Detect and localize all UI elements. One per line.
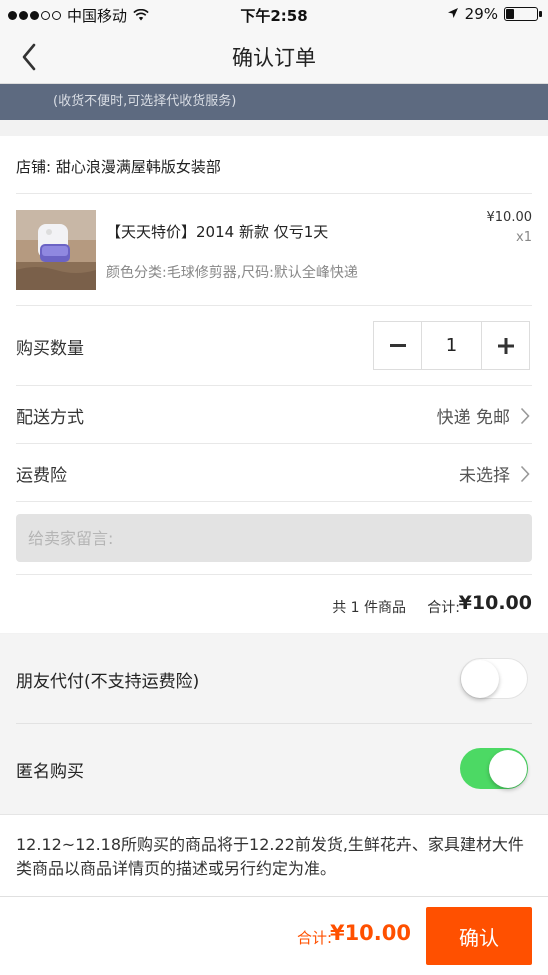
toggle-knob [489, 749, 527, 788]
page-title: 确认订单 [232, 46, 316, 70]
plus-icon [497, 337, 514, 354]
insurance-value: 未选择 [459, 466, 510, 486]
chevron-right-icon [520, 465, 530, 483]
friend-pay-row: 朋友代付(不支持运费险) [16, 634, 532, 724]
shipping-notice: 12.12~12.18所购买的商品将于12.22前发货,生鲜花卉、家具建材大件类… [0, 814, 548, 896]
subtotal-amount: ¥10.00 [458, 592, 532, 614]
anonymous-toggle[interactable] [460, 748, 528, 789]
anonymous-row: 匿名购买 [16, 724, 532, 814]
quantity-label: 购买数量 [16, 339, 84, 359]
insurance-label: 运费险 [16, 466, 67, 486]
order-card: 店铺: 甜心浪漫满屋韩版女装部 【天天特价】2014 新款 仅亏1天 颜色分类:… [0, 136, 548, 633]
checkout-bar: 合计: ¥10.00 确认 [0, 896, 548, 975]
quantity-stepper: 1 [373, 321, 530, 370]
quantity-row: 购买数量 1 [16, 306, 532, 386]
insurance-row[interactable]: 运费险 未选择 [16, 444, 532, 502]
toggle-knob [461, 660, 499, 698]
shop-label: 店铺: [16, 158, 52, 176]
battery-icon [504, 7, 542, 21]
shipping-value: 快递 免邮 [436, 408, 510, 428]
friend-pay-toggle[interactable] [460, 658, 528, 699]
battery-percent: 29% [464, 5, 498, 23]
total-amount: ¥10.00 [329, 921, 411, 945]
product-price: ¥10.00 [486, 210, 533, 225]
anonymous-label: 匿名购买 [16, 762, 84, 782]
minus-icon [389, 343, 406, 347]
status-right: 29% [447, 5, 542, 23]
seller-message-input[interactable] [16, 514, 532, 562]
shop-name: 甜心浪漫满屋韩版女装部 [55, 158, 221, 176]
location-arrow-icon [447, 5, 459, 23]
delivery-service-banner[interactable]: (收货不便时,可选择代收货服务) [0, 84, 548, 120]
product-qty: x1 [516, 230, 532, 245]
status-bar: 中国移动 下午2:58 29% [0, 0, 548, 30]
confirm-button[interactable]: 确认 [426, 907, 532, 965]
quantity-value[interactable]: 1 [421, 322, 482, 369]
decrease-button[interactable] [374, 322, 421, 369]
shipping-label: 配送方式 [16, 408, 84, 428]
product-row[interactable]: 【天天特价】2014 新款 仅亏1天 颜色分类:毛球修剪器,尺码:默认全峰快递 … [16, 194, 532, 306]
product-spec: 颜色分类:毛球修剪器,尺码:默认全峰快递 [106, 265, 358, 281]
chevron-right-icon [520, 407, 530, 425]
shop-row[interactable]: 店铺: 甜心浪漫满屋韩版女装部 [16, 136, 532, 194]
shipping-row[interactable]: 配送方式 快递 免邮 [16, 386, 532, 444]
total-label: 合计: [296, 929, 332, 947]
item-count: 共 1 件商品 [332, 600, 406, 616]
friend-pay-label: 朋友代付(不支持运费险) [16, 672, 200, 692]
banner-text: (收货不便时,可选择代收货服务) [53, 94, 237, 109]
options-section: 朋友代付(不支持运费险) 匿名购买 [0, 634, 548, 814]
nav-bar: 确认订单 [0, 30, 548, 84]
battery-fill [506, 9, 514, 19]
increase-button[interactable] [482, 322, 529, 369]
order-summary: 共 1 件商品 合计: ¥10.00 [16, 574, 532, 633]
product-name: 【天天特价】2014 新款 仅亏1天 [106, 223, 329, 241]
product-thumbnail[interactable] [16, 210, 96, 290]
subtotal-label: 合计: [427, 600, 460, 616]
